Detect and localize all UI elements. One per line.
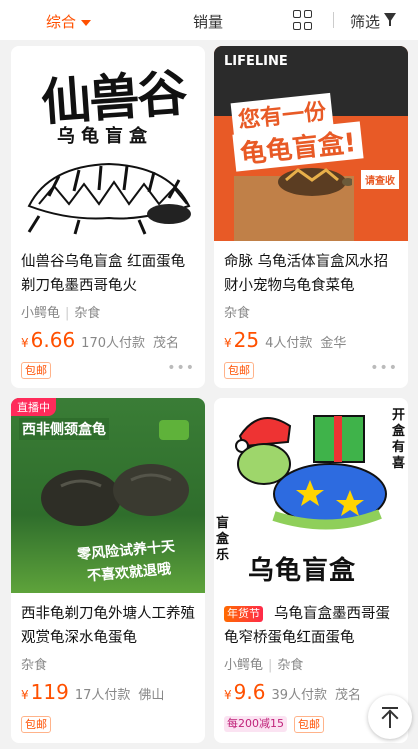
product-image[interactable]: 仙兽谷 乌龟盲盒 bbox=[11, 46, 205, 241]
product-title[interactable]: 乌龟盲盒墨西哥蛋龟窄桥蛋龟红面蛋龟 bbox=[224, 602, 402, 650]
image-stamp: 请查收 bbox=[359, 168, 401, 191]
price-row: ¥ 6.66 170人付款 茂名 bbox=[21, 328, 179, 352]
brand-logo: LIFELINE bbox=[224, 54, 288, 69]
paid-count: 4人付款 bbox=[265, 336, 313, 351]
product-card[interactable]: 仙兽谷 乌龟盲盒 仙兽谷乌龟盲盒 红面蛋龟剃刀龟墨西哥龟火 小鳄龟 | 杂食 ¥ 6… bbox=[11, 46, 205, 388]
sort-comprehensive[interactable]: 综合 bbox=[46, 11, 92, 32]
product-card[interactable]: 开盒有喜 盲盒乐 乌龟盲盒 年货节 乌龟盲盒墨西哥蛋龟窄桥蛋龟红面蛋龟 小鳄龟 |… bbox=[214, 398, 408, 743]
category-tag: 杂食 bbox=[74, 306, 101, 321]
price: 119 bbox=[30, 680, 69, 704]
product-image[interactable]: 直播中 西非侧颈盒龟 零风险试养十天 不喜欢就退哦 bbox=[11, 398, 205, 593]
product-title[interactable]: 仙兽谷乌龟盲盒 红面蛋龟剃刀龟墨西哥龟火 bbox=[21, 250, 199, 298]
city: 金华 bbox=[320, 336, 347, 351]
category-tag: 杂食 bbox=[277, 658, 304, 673]
back-to-top-button[interactable] bbox=[368, 695, 412, 739]
currency-symbol: ¥ bbox=[21, 336, 29, 350]
free-shipping-badge: 包邮 bbox=[21, 362, 51, 379]
sort-comprehensive-label: 综合 bbox=[46, 13, 77, 31]
product-tags: 小鳄龟 | 杂食 bbox=[21, 306, 101, 321]
price-row: ¥ 119 17人付款 佛山 bbox=[21, 680, 164, 704]
product-tags: 杂食 bbox=[21, 654, 47, 673]
product-tags: 小鳄龟 | 杂食 bbox=[224, 658, 304, 673]
city: 佛山 bbox=[138, 688, 165, 703]
more-icon[interactable]: ••• bbox=[167, 360, 195, 376]
image-side-text-2: 盲盒乐 bbox=[216, 516, 230, 563]
more-icon[interactable]: ••• bbox=[370, 360, 398, 376]
cartoon-turtle-icon bbox=[235, 415, 387, 530]
currency-symbol: ¥ bbox=[21, 688, 29, 702]
product-tags: 杂食 bbox=[224, 302, 250, 321]
product-title[interactable]: 西非龟剃刀龟外塘人工养殖观赏龟深水龟蛋龟 bbox=[21, 602, 199, 650]
product-card[interactable]: LIFELINE 您有一份 龟龟盲盒! 请查收 命脉 乌龟活体盲盒风水招财小宠物… bbox=[214, 46, 408, 388]
city: 茂名 bbox=[335, 688, 362, 703]
category-tag: 杂食 bbox=[21, 658, 48, 673]
funnel-stem bbox=[389, 20, 391, 26]
sort-sales[interactable]: 销量 bbox=[193, 11, 223, 32]
turtle-icon bbox=[278, 168, 352, 196]
image-text-2: 不喜欢就退哦 bbox=[86, 561, 172, 585]
category-tag: 杂食 bbox=[224, 306, 251, 321]
image-big-title: 乌龟盲盒 bbox=[248, 556, 357, 586]
currency-symbol: ¥ bbox=[224, 688, 232, 702]
turtle-icon bbox=[41, 464, 189, 526]
turtle-sketch-icon bbox=[27, 162, 191, 235]
product-card[interactable]: 直播中 西非侧颈盒龟 零风险试养十天 不喜欢就退哦 西非龟剃刀龟外塘人工养殖观赏… bbox=[11, 398, 205, 743]
live-badge: 直播中 bbox=[11, 398, 56, 416]
divider bbox=[333, 12, 334, 28]
paid-count: 170人付款 bbox=[81, 336, 145, 351]
paid-count: 17人付款 bbox=[74, 688, 131, 703]
filter-button[interactable]: 筛选 bbox=[350, 11, 380, 32]
free-shipping-badge: 包邮 bbox=[21, 716, 51, 733]
currency-symbol: ¥ bbox=[224, 336, 232, 350]
product-image[interactable]: LIFELINE 您有一份 龟龟盲盒! 请查收 bbox=[214, 46, 408, 241]
sort-bar: 综合 销量 筛选 bbox=[0, 0, 418, 40]
image-side-text-1: 开盒有喜 bbox=[392, 408, 406, 471]
price-row: ¥ 9.6 39人付款 茂名 bbox=[224, 680, 361, 704]
product-title[interactable]: 命脉 乌龟活体盲盒风水招财小宠物乌龟食菜龟 bbox=[224, 250, 402, 298]
arrow-stem bbox=[389, 712, 391, 728]
shop-tag: 小鳄龟 bbox=[21, 306, 61, 321]
free-shipping-badge: 包邮 bbox=[294, 716, 324, 733]
grid-view-icon[interactable] bbox=[293, 10, 313, 30]
green-tag-icon bbox=[159, 420, 189, 440]
shop-tag: 小鳄龟 bbox=[224, 658, 264, 673]
price: 9.6 bbox=[233, 680, 266, 704]
price: 6.66 bbox=[30, 328, 76, 352]
paid-count: 39人付款 bbox=[271, 688, 327, 703]
caret-down-icon bbox=[81, 19, 92, 26]
brand-name: LIFELINE bbox=[224, 54, 288, 69]
price-row: ¥ 25 4人付款 金华 bbox=[224, 328, 346, 352]
image-title: 西非侧颈盒龟 bbox=[19, 418, 109, 440]
free-shipping-badge: 包邮 bbox=[224, 362, 254, 379]
product-image[interactable]: 开盒有喜 盲盒乐 乌龟盲盒 bbox=[214, 398, 408, 593]
price: 25 bbox=[233, 328, 260, 352]
image-subtitle: 乌龟盲盒 bbox=[57, 126, 153, 147]
city: 茂名 bbox=[153, 336, 180, 351]
discount-badge: 每200减15 bbox=[224, 716, 287, 732]
